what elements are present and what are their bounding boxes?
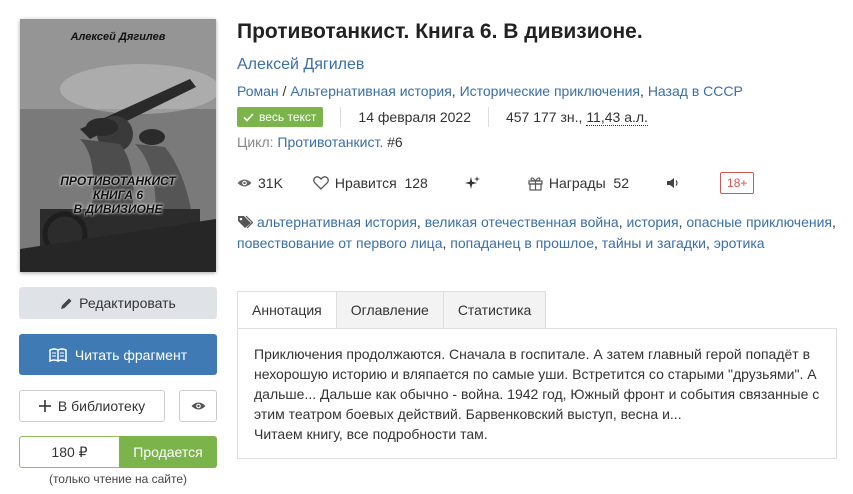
purchase-row: 180 ₽ Продается (19, 436, 217, 468)
awards-label: Награды 52 (548, 175, 630, 191)
annotation-text: Приключения продолжаются. Сначала в госп… (254, 346, 820, 422)
annotation-panel: Приключения продолжаются. Сначала в госп… (237, 328, 837, 459)
meta-line: весь текст 14 февраля 2022 457 177 зн., … (237, 107, 837, 127)
cover-title-line: ПРОТИВОТАНКИСТ (60, 174, 176, 188)
heart-icon (312, 176, 329, 190)
book-info: Противотанкист. Книга 6. В дивизионе. Ал… (237, 19, 837, 254)
tag-icon (238, 215, 254, 229)
eye-icon (191, 402, 205, 410)
genre-link[interactable]: Назад в СССР (648, 83, 743, 99)
buy-button[interactable]: Продается (119, 436, 217, 468)
speaker-icon (667, 178, 678, 188)
add-to-library-label: В библиотеку (57, 398, 146, 414)
tab-statistics[interactable]: Статистика (443, 291, 547, 329)
sparkles-button[interactable] (464, 175, 486, 191)
cycle-line: Цикл: Противотанкист. #6 (237, 134, 837, 150)
cover-author: Алексей Дягилев (70, 31, 166, 43)
full-text-badge: весь текст (237, 107, 324, 127)
like-button[interactable]: Нравится 128 (312, 175, 428, 191)
size-chars: 457 177 зн., (505, 109, 587, 125)
read-fragment-label: Читать фрагмент (74, 346, 188, 363)
views-stat: 31K (237, 175, 283, 191)
likes-label: Нравится 128 (334, 175, 428, 191)
left-column: Алексей Дягилев ПРОТИВОТАНКИСТ КНИГА 6 В… (19, 19, 217, 486)
cover-title: ПРОТИВОТАНКИСТ КНИГА 6 В ДИВИЗИОНЕ (20, 174, 216, 216)
eye-icon (237, 179, 252, 187)
divider (487, 107, 489, 127)
book-title: Противотанкист. Книга 6. В дивизионе. (237, 20, 643, 43)
tag-link[interactable]: опасные приключения (686, 214, 832, 230)
tabs-bar: Аннотация Оглавление Статистика (237, 291, 547, 329)
price-value: 180 ₽ (19, 436, 119, 468)
read-fragment-button[interactable]: Читать фрагмент (19, 334, 217, 375)
divider (340, 107, 342, 127)
edit-button-label: Редактировать (79, 295, 176, 311)
awards-button[interactable]: Награды 52 (528, 175, 629, 191)
genre-link[interactable]: Альтернативная история (290, 83, 451, 99)
cover-title-line: В ДИВИЗИОНЕ (73, 202, 163, 216)
watch-button[interactable] (179, 390, 217, 422)
tag-link[interactable]: великая отечественная война (425, 214, 619, 230)
tag-link[interactable]: эротика (714, 235, 765, 251)
tag-link[interactable]: история (627, 214, 679, 230)
annotation-footer: Читаем книгу, все подробности там. (254, 426, 488, 442)
edit-button[interactable]: Редактировать (19, 287, 217, 319)
cycle-number: #6 (387, 134, 403, 150)
tab-annotation[interactable]: Аннотация (237, 291, 337, 329)
plus-icon (38, 400, 51, 412)
full-text-label: весь текст (259, 110, 317, 124)
read-only-note: (только чтение на сайте) (48, 472, 188, 486)
cycle-link[interactable]: Противотанкист. (277, 134, 383, 150)
publish-date: 14 февраля 2022 (358, 109, 471, 125)
tags-list: альтернативная история, великая отечеств… (237, 214, 836, 251)
check-icon (243, 112, 254, 122)
views-count: 31K (258, 175, 283, 191)
cover-illustration (20, 19, 216, 272)
author-link[interactable]: Алексей Дягилев (237, 56, 837, 74)
tab-contents[interactable]: Оглавление (336, 291, 444, 329)
book-open-icon (49, 347, 67, 362)
pencil-icon (61, 298, 72, 309)
age-rating-badge: 18+ (720, 172, 755, 194)
tag-link[interactable]: попаданец в прошлое (450, 235, 594, 251)
genres-line: Роман / Альтернативная история, Историче… (237, 83, 743, 99)
cover-title-line: КНИГА 6 (92, 188, 144, 202)
genre-link[interactable]: Исторические приключения (460, 83, 640, 99)
book-cover[interactable]: Алексей Дягилев ПРОТИВОТАНКИСТ КНИГА 6 В… (20, 19, 216, 272)
sparkles-icon (464, 175, 480, 189)
genre-link[interactable]: Роман (237, 83, 279, 99)
add-to-library-button[interactable]: В библиотеку (19, 390, 165, 422)
cycle-label: Цикл: (237, 134, 274, 150)
tag-link[interactable]: тайны и загадки (602, 235, 706, 251)
gift-icon (528, 176, 543, 191)
stats-bar: 31K Нравится 128 Награды 52 18+ (237, 171, 837, 195)
tag-link[interactable]: повествование от первого лица (237, 235, 442, 251)
tag-link[interactable]: альтернативная история (257, 214, 417, 230)
library-row: В библиотеку (19, 390, 217, 422)
audio-button[interactable] (666, 177, 686, 189)
size-author-sheets[interactable]: 11,43 а.л. (586, 109, 648, 126)
